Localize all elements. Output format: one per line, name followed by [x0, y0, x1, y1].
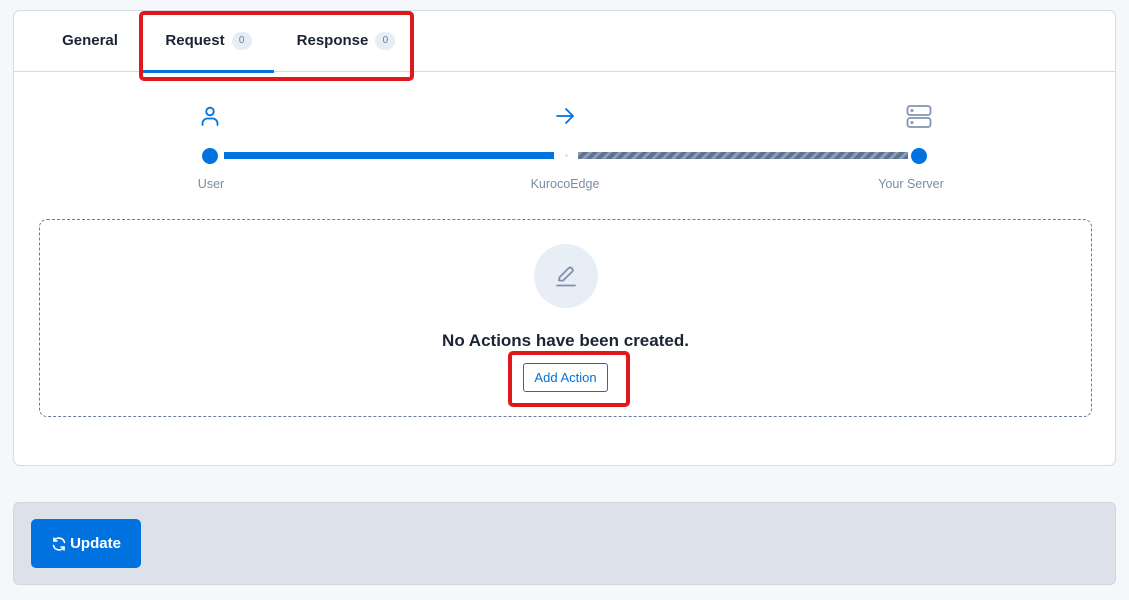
tab-response-label: Response: [296, 32, 369, 49]
update-button[interactable]: Update: [31, 519, 141, 568]
tab-general-label: General: [62, 32, 118, 49]
flow-label-user: User: [197, 177, 225, 191]
tab-response[interactable]: Response 0: [286, 11, 406, 72]
tab-general[interactable]: General: [49, 11, 131, 72]
edge-node-marker: [565, 154, 568, 157]
tab-response-count-badge: 0: [375, 31, 396, 50]
footer-action-bar: Update: [13, 502, 1116, 585]
empty-state-message: No Actions have been created.: [442, 331, 689, 350]
empty-actions-state: No Actions have been created. Add Action: [39, 219, 1092, 417]
server-node-dot: [911, 148, 927, 164]
add-action-button[interactable]: Add Action: [523, 363, 608, 392]
arrow-right-icon: [556, 108, 574, 124]
actions-card: General Request 0 Response 0 User Kuroco…: [13, 10, 1116, 466]
user-to-edge-connector: [224, 152, 554, 159]
pencil-icon: [556, 266, 576, 287]
user-icon: [201, 106, 219, 126]
server-icon: [906, 105, 932, 128]
edge-to-server-connector: [578, 152, 908, 159]
tab-request[interactable]: Request 0: [143, 11, 274, 73]
refresh-icon: [52, 536, 66, 551]
tab-request-count-badge: 0: [231, 31, 252, 50]
user-node-dot: [202, 148, 218, 164]
tab-request-label: Request: [165, 32, 225, 49]
request-flow-diagram: User KurocoEdge Your Server: [14, 72, 1115, 202]
flow-label-kurocoedge: KurocoEdge: [530, 177, 600, 191]
empty-state-icon-circle: [534, 244, 598, 308]
flow-label-your-server: Your Server: [878, 177, 944, 191]
update-button-label: Update: [70, 535, 121, 552]
tab-bar: General Request 0 Response 0: [14, 11, 1115, 73]
